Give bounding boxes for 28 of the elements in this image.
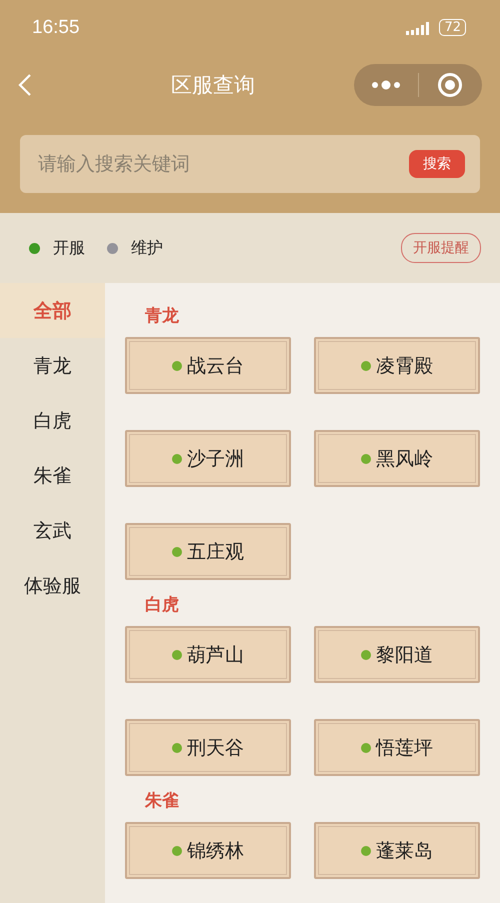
battery-level: 72 — [439, 19, 466, 36]
server-card[interactable]: 刑天谷 — [125, 719, 291, 776]
legend-label: 开服 — [53, 238, 85, 258]
server-card[interactable]: 锦绣林 — [125, 822, 291, 879]
sidebar-item[interactable]: 玄武 — [0, 503, 105, 558]
sidebar-item[interactable]: 体验服 — [0, 558, 105, 613]
server-card[interactable]: 凌霄殿 — [314, 337, 480, 394]
sidebar-item[interactable]: 白虎 — [0, 393, 105, 448]
server-card[interactable]: 黑风岭 — [314, 430, 480, 487]
server-card[interactable]: 沙子洲 — [125, 430, 291, 487]
legend-label: 维护 — [131, 238, 163, 258]
section-title: 青龙 — [145, 305, 180, 327]
search-button[interactable]: 搜索 — [409, 150, 465, 178]
more-icon[interactable] — [370, 80, 401, 90]
status-time: 16:55 — [32, 16, 80, 38]
section-title: 朱雀 — [145, 790, 180, 812]
sidebar-item[interactable]: 青龙 — [0, 338, 105, 393]
page-title: 区服查询 — [171, 72, 255, 99]
server-card[interactable]: 黎阳道 — [314, 626, 480, 683]
server-card[interactable]: 五庄观 — [125, 523, 291, 580]
server-card[interactable]: 悟莲坪 — [314, 719, 480, 776]
server-card[interactable]: 战云台 — [125, 337, 291, 394]
search-field[interactable]: 请输入搜索关键词 搜索 — [20, 135, 480, 193]
server-card[interactable]: 葫芦山 — [125, 626, 291, 683]
back-icon[interactable] — [18, 73, 32, 97]
sidebar-item[interactable]: 朱雀 — [0, 448, 105, 503]
section-title: 白虎 — [145, 594, 180, 616]
server-card[interactable]: 蓬莱岛 — [314, 822, 480, 879]
